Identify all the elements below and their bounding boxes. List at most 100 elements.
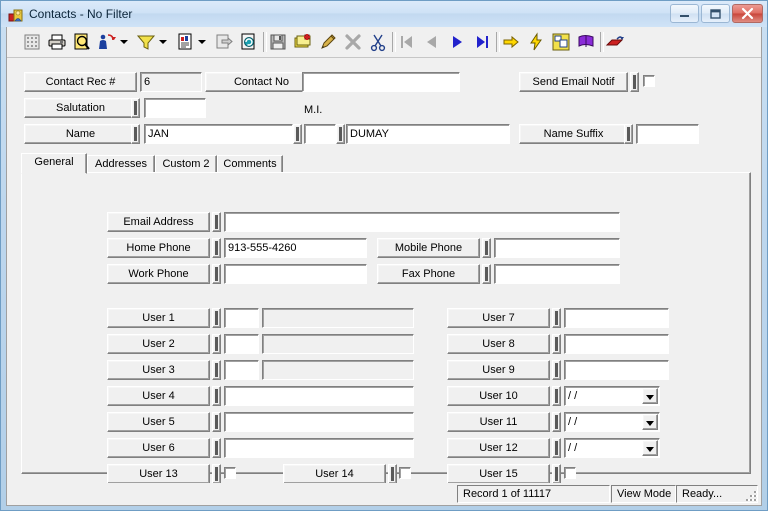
user-2-lookup-spinner[interactable] (212, 334, 221, 354)
salutation-label-button[interactable]: Salutation (24, 98, 137, 118)
user-2-code-input[interactable] (224, 334, 259, 354)
user-3-lookup-spinner[interactable] (212, 360, 221, 380)
close-button[interactable] (732, 4, 763, 23)
user-14-label-button[interactable]: User 14 (283, 464, 386, 484)
next-record-icon[interactable] (446, 31, 468, 53)
user-9-lookup-spinner[interactable] (552, 360, 561, 380)
tab-general[interactable]: General (21, 153, 87, 174)
cut-icon[interactable] (367, 31, 389, 53)
user-5-label-button[interactable]: User 5 (107, 412, 210, 432)
user-7-lookup-spinner[interactable] (552, 308, 561, 328)
report-icon[interactable] (174, 31, 196, 53)
user-13-checkbox[interactable] (224, 467, 236, 479)
user-3-label-button[interactable]: User 3 (107, 360, 210, 380)
user-8-label-button[interactable]: User 8 (447, 334, 550, 354)
print-icon[interactable] (46, 31, 68, 53)
fax-phone-lookup-spinner[interactable] (482, 264, 491, 284)
layout-icon[interactable] (550, 31, 572, 53)
user-11-chevron-down-icon[interactable] (642, 414, 658, 430)
user-12-lookup-spinner[interactable] (552, 438, 561, 458)
mobile-phone-lookup-spinner[interactable] (482, 238, 491, 258)
user-2-label-button[interactable]: User 2 (107, 334, 210, 354)
salutation-lookup-spinner[interactable] (131, 98, 140, 118)
report-dropdown-arrow[interactable] (196, 31, 207, 53)
work-phone-label-button[interactable]: Work Phone (107, 264, 210, 284)
user-12-label-button[interactable]: User 12 (447, 438, 550, 458)
refresh-record-icon[interactable] (238, 31, 260, 53)
email-address-label-button[interactable]: Email Address (107, 212, 210, 232)
save-icon[interactable] (267, 31, 289, 53)
email-address-lookup-spinner[interactable] (212, 212, 221, 232)
home-phone-input[interactable]: 913-555-4260 (224, 238, 367, 258)
send-email-notif-label-button[interactable]: Send Email Notif (519, 72, 628, 92)
user-9-label-button[interactable]: User 9 (447, 360, 550, 380)
send-email-lookup-spinner[interactable] (630, 72, 639, 92)
user-12-chevron-down-icon[interactable] (642, 440, 658, 456)
mi-lookup-spinner[interactable] (293, 124, 302, 144)
goto-icon[interactable] (500, 31, 522, 53)
maximize-button[interactable] (701, 4, 730, 23)
home-phone-label-button[interactable]: Home Phone (107, 238, 210, 258)
mobile-phone-label-button[interactable]: Mobile Phone (377, 238, 480, 258)
first-name-input[interactable]: JAN (144, 124, 293, 144)
user-3-code-input[interactable] (224, 360, 259, 380)
name-suffix-lookup-spinner[interactable] (624, 124, 633, 144)
user-6-input[interactable] (224, 438, 414, 458)
user-14-lookup-spinner[interactable] (388, 464, 397, 484)
fax-phone-label-button[interactable]: Fax Phone (377, 264, 480, 284)
user-14-checkbox[interactable] (399, 467, 411, 479)
user-4-lookup-spinner[interactable] (212, 386, 221, 406)
work-phone-lookup-spinner[interactable] (212, 264, 221, 284)
resize-grip[interactable] (744, 489, 758, 503)
work-phone-input[interactable] (224, 264, 367, 284)
previous-record-icon[interactable] (421, 31, 443, 53)
quick-action-icon[interactable] (525, 31, 547, 53)
user-10-chevron-down-icon[interactable] (642, 388, 658, 404)
user-11-lookup-spinner[interactable] (552, 412, 561, 432)
send-email-checkbox[interactable] (643, 75, 655, 87)
tab-custom-2[interactable]: Custom 2 (155, 155, 217, 173)
grid-view-icon[interactable] (21, 31, 43, 53)
contact-rec-label-button[interactable]: Contact Rec # (24, 72, 137, 92)
new-record-icon[interactable] (292, 31, 314, 53)
user-6-label-button[interactable]: User 6 (107, 438, 210, 458)
find-dropdown-arrow[interactable] (118, 31, 129, 53)
fax-phone-input[interactable] (494, 264, 620, 284)
tab-addresses[interactable]: Addresses (87, 155, 155, 173)
user-8-input[interactable] (564, 334, 669, 354)
user-13-label-button[interactable]: User 13 (107, 464, 210, 484)
user-4-input[interactable] (224, 386, 414, 406)
user-15-checkbox[interactable] (564, 467, 576, 479)
user-11-label-button[interactable]: User 11 (447, 412, 550, 432)
user-5-lookup-spinner[interactable] (212, 412, 221, 432)
user-1-lookup-spinner[interactable] (212, 308, 221, 328)
last-record-icon[interactable] (471, 31, 493, 53)
help-book-icon[interactable] (575, 31, 597, 53)
home-phone-lookup-spinner[interactable] (212, 238, 221, 258)
user-1-label-button[interactable]: User 1 (107, 308, 210, 328)
tab-comments[interactable]: Comments (217, 155, 283, 173)
title-bar[interactable]: Contacts - No Filter (1, 1, 767, 27)
last-name-input[interactable]: DUMAY (346, 124, 510, 144)
export-icon[interactable] (213, 31, 235, 53)
first-name-lookup-spinner[interactable] (131, 124, 140, 144)
user-1-code-input[interactable] (224, 308, 259, 328)
user-15-label-button[interactable]: User 15 (447, 464, 550, 484)
user-8-lookup-spinner[interactable] (552, 334, 561, 354)
salutation-input[interactable] (144, 98, 206, 118)
user-15-lookup-spinner[interactable] (552, 464, 561, 484)
name-suffix-input[interactable] (636, 124, 699, 144)
user-9-input[interactable] (564, 360, 669, 380)
minimize-button[interactable] (670, 4, 699, 23)
find-icon[interactable] (96, 31, 118, 53)
user-4-label-button[interactable]: User 4 (107, 386, 210, 406)
user-7-input[interactable] (564, 308, 669, 328)
edit-icon[interactable] (317, 31, 339, 53)
mobile-phone-input[interactable] (494, 238, 620, 258)
email-address-input[interactable] (224, 212, 620, 232)
user-6-lookup-spinner[interactable] (212, 438, 221, 458)
last-name-lookup-spinner[interactable] (336, 124, 345, 144)
user-7-label-button[interactable]: User 7 (447, 308, 550, 328)
user-5-input[interactable] (224, 412, 414, 432)
mi-input[interactable] (304, 124, 336, 144)
